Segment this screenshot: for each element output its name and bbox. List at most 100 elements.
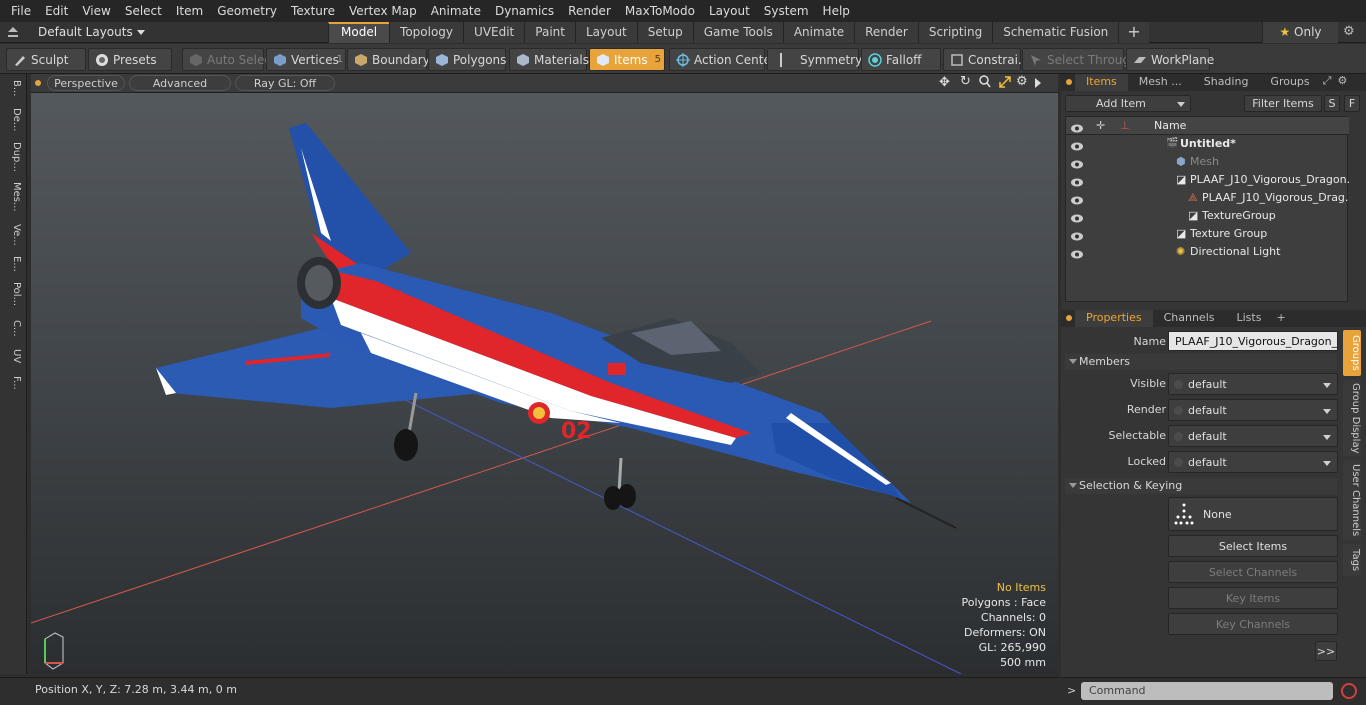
advanced-button[interactable]: Advanced [129,75,231,91]
viewport-gear-icon[interactable]: ⚙ [1016,74,1028,89]
boundary-button[interactable]: Boundary [347,48,430,71]
menu-maxtomodo[interactable]: MaxToModo [618,4,702,18]
only-toggle[interactable]: ★ Only [1262,22,1338,43]
gear-icon[interactable]: ⚙ [1343,24,1355,39]
visibility-eye-icon[interactable] [1071,193,1083,205]
add-item-button[interactable]: Add Item [1065,95,1191,112]
add-tab-button[interactable]: + [1272,310,1289,327]
key-items-button[interactable]: Key Items [1168,587,1338,609]
left-tab-deform[interactable]: De... [4,108,22,131]
visibility-eye-icon[interactable] [1071,139,1083,151]
raygl-button[interactable]: Ray GL: Off [235,75,335,91]
menu-view[interactable]: View [75,4,117,18]
3d-viewport[interactable]: Perspective Advanced Ray GL: Off ✥ ↻ ⚙ 中… [31,74,1058,674]
selectable-select[interactable]: default [1168,425,1338,447]
select-through-button[interactable]: Select Through [1022,48,1138,71]
tab-schematic-fusion[interactable]: Schematic Fusion [992,22,1119,43]
visibility-eye-icon[interactable] [1071,157,1083,169]
menu-vertex-map[interactable]: Vertex Map [342,4,424,18]
more-button[interactable]: >> [1315,641,1337,661]
tab-mesh[interactable]: Mesh ... [1128,74,1193,91]
s-button[interactable]: S [1324,95,1340,112]
none-button[interactable]: None [1168,497,1338,531]
zoom-view-icon[interactable] [979,75,991,88]
materials-button[interactable]: Materials [509,48,589,71]
menu-edit[interactable]: Edit [38,4,75,18]
layout-selector[interactable]: Default Layouts [38,25,145,39]
tab-properties[interactable]: Properties [1075,310,1153,327]
left-tab-uv[interactable]: UV [4,349,22,363]
item-row-mesh[interactable]: ⬢ Mesh [1066,153,1349,171]
panel-dot-icon[interactable] [1061,74,1075,91]
menu-select[interactable]: Select [118,4,169,18]
tab-items[interactable]: Items [1075,74,1128,91]
action-center-button[interactable]: Action Center [669,48,776,71]
tab-shading[interactable]: Shading [1193,74,1260,91]
item-row-scene[interactable]: 🎬 Untitled* [1066,135,1349,153]
tab-groups[interactable]: Groups [1259,74,1320,91]
constraints-button[interactable]: Constrai... [943,48,1029,71]
symmetry-button[interactable]: Symmetry [767,48,862,71]
key-channels-button[interactable]: Key Channels [1168,613,1338,635]
locked-select[interactable]: default [1168,451,1338,473]
left-tab-duplicate[interactable]: Dup... [4,142,22,172]
maximize-view-icon[interactable] [999,76,1011,88]
select-channels-button[interactable]: Select Channels [1168,561,1338,583]
tab-uvedit[interactable]: UVEdit [463,22,525,43]
item-row-jet-group[interactable]: ◪ PLAAF_J10_Vigorous_Dragon... [1066,171,1349,189]
item-row-jet-locator[interactable]: ⟁ PLAAF_J10_Vigorous_Drag... [1066,189,1349,207]
item-row-texture-group[interactable]: ◪ Texture Group [1066,225,1349,243]
side-tab-group-display[interactable]: Group Display [1343,380,1361,456]
left-tab-edge[interactable]: E... [4,256,22,272]
tab-topology[interactable]: Topology [389,22,464,43]
left-tab-mesh-edit[interactable]: Mes... [4,182,22,212]
menu-file[interactable]: File [4,4,38,18]
visible-select[interactable]: default [1168,373,1338,395]
visibility-eye-icon[interactable] [1071,175,1083,187]
side-tab-user-channels[interactable]: User Channels [1343,460,1361,540]
panel-dot-icon[interactable] [1061,310,1075,327]
record-icon[interactable] [1341,683,1357,699]
tab-setup[interactable]: Setup [636,22,693,43]
menu-geometry[interactable]: Geometry [210,4,284,18]
item-row-directional-light[interactable]: ✺ Directional Light [1066,243,1349,261]
menu-layout[interactable]: Layout [702,4,757,18]
menu-help[interactable]: Help [816,4,857,18]
falloff-button[interactable]: Falloff [861,48,941,71]
side-tab-tags[interactable]: Tags [1343,544,1361,576]
tab-game-tools[interactable]: Game Tools [692,22,783,43]
polygons-button[interactable]: Polygons [428,48,506,71]
tab-scripting[interactable]: Scripting [917,22,993,43]
left-tab-fusion[interactable]: F... [4,376,22,390]
command-input[interactable]: Command [1081,682,1333,700]
visibility-eye-icon[interactable] [1071,247,1083,259]
sculpt-button[interactable]: Sculpt [6,48,86,71]
tab-channels[interactable]: Channels [1153,310,1226,327]
add-tab-button[interactable]: + [1118,22,1149,43]
visibility-eye-icon[interactable] [1071,229,1083,241]
panel-expand-icon[interactable]: ⤢ [1323,74,1332,91]
workplane-button[interactable]: WorkPlane [1126,48,1214,71]
viewport-arrow-icon[interactable] [1035,78,1041,88]
left-tab-curve[interactable]: C... [4,320,22,337]
rotate-view-icon[interactable]: ↻ [960,74,971,89]
move-view-icon[interactable]: ✥ [939,75,950,90]
panel-gear-icon[interactable]: ⚙ [1337,74,1347,91]
tab-layout[interactable]: Layout [574,22,637,43]
layout-menu-icon[interactable] [8,26,18,38]
tab-paint[interactable]: Paint [524,22,575,43]
tab-lists[interactable]: Lists [1226,310,1273,327]
f-button[interactable]: F [1344,95,1360,112]
left-tab-basic[interactable]: B... [4,80,22,96]
visibility-eye-icon[interactable] [1071,211,1083,223]
menu-texture[interactable]: Texture [284,4,342,18]
perspective-button[interactable]: Perspective [47,75,125,91]
left-tab-polygon[interactable]: Pol... [4,282,22,306]
menu-dynamics[interactable]: Dynamics [488,4,561,18]
auto-select-button[interactable]: Auto Select [182,48,276,71]
select-items-button[interactable]: Select Items [1168,535,1338,557]
tab-model[interactable]: Model [328,22,390,43]
menu-system[interactable]: System [757,4,816,18]
filter-items-input[interactable]: Filter Items [1244,95,1322,112]
menu-item[interactable]: Item [169,4,210,18]
